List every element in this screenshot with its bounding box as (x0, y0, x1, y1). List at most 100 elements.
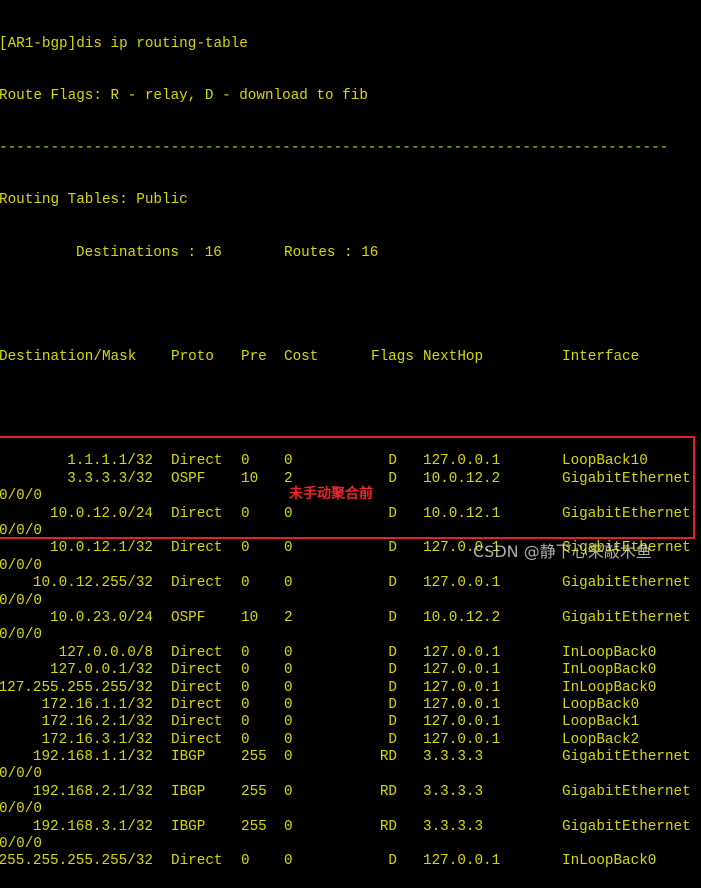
route-proto: Direct (171, 644, 223, 661)
route-destination: 255.255.255.255/32 (0, 853, 153, 870)
separator-line: ----------------------------------------… (0, 140, 701, 157)
interface-suffix: 0/0/0 (0, 488, 42, 505)
route-nexthop: 127.0.0.1 (423, 714, 501, 731)
route-nexthop: 127.0.0.1 (423, 853, 501, 870)
route-destination: 172.16.1.1/32 (41, 696, 153, 713)
route-interface: InLoopBack0 (562, 853, 657, 870)
route-flags: D (388, 453, 397, 470)
route-destination: 10.0.12.255/32 (32, 575, 153, 592)
route-nexthop: 127.0.0.1 (423, 644, 501, 661)
table-row: 10.0.12.0/24 D Direct 0 0 10.0.12.1 GigabitEth… (0, 506, 701, 523)
table-row: 10.0.12.255/32 D Direct 0 0 127.0.0.1 GigabitE… (0, 575, 701, 592)
route-nexthop: 127.0.0.1 (423, 731, 501, 748)
route-destination: 3.3.3.3/32 (67, 470, 153, 487)
route-cost: 0 (284, 696, 293, 713)
route-cost: 0 (284, 662, 293, 679)
route-cost: 0 (284, 818, 293, 835)
header-cost: Cost (284, 349, 319, 366)
route-destination: 172.16.2.1/32 (41, 714, 153, 731)
route-cost: 0 (284, 783, 293, 800)
route-flags: RD (379, 818, 397, 835)
route-destination: 127.0.0.0/8 (58, 644, 153, 661)
route-interface: LoopBack0 (562, 696, 640, 713)
route-interface: GigabitEthernet (562, 505, 691, 522)
route-nexthop: 127.0.0.1 (423, 679, 501, 696)
route-flags: D (388, 470, 397, 487)
table-row: 172.16.1.1/32 D Direct 0 0 127.0.0.1 LoopBack0 (0, 697, 701, 714)
header-destination: Destination/Mask (0, 349, 137, 366)
route-proto: Direct (171, 714, 223, 731)
route-nexthop: 10.0.12.2 (423, 470, 501, 487)
route-destination: 127.255.255.255/32 (0, 679, 153, 696)
interface-suffix: 0/0/0 (0, 557, 42, 574)
route-cost: 2 (284, 609, 293, 626)
routing-tables-line: Routing Tables: Public (0, 192, 701, 209)
route-preference: 0 (241, 575, 250, 592)
route-flags: D (388, 714, 397, 731)
table-header: Destination/Mask Proto Pre Cost Flags Ne… (0, 349, 701, 366)
route-destination: 192.168.2.1/32 (32, 783, 153, 800)
terminal-output: [AR1-bgp]dis ip routing-table Route Flag… (0, 1, 701, 888)
destinations-count: Destinations : 16 (76, 244, 222, 261)
header-interface: Interface (562, 349, 640, 366)
header-pre: Pre (241, 349, 267, 366)
route-preference: 0 (241, 714, 250, 731)
route-flags: D (388, 731, 397, 748)
route-destination: 10.0.23.0/24 (50, 609, 153, 626)
table-row: 192.168.2.1/32 RD IBGP 255 0 3.3.3.3 GigabitEt… (0, 784, 701, 801)
route-proto: Direct (171, 853, 223, 870)
route-proto: OSPF (171, 609, 206, 626)
route-flags: RD (379, 749, 397, 766)
route-destination: 192.168.3.1/32 (32, 818, 153, 835)
route-interface: InLoopBack0 (562, 662, 657, 679)
route-interface: InLoopBack0 (562, 644, 657, 661)
interface-wrap-line: 0/0/0 (0, 836, 701, 853)
route-flags: D (388, 662, 397, 679)
route-proto: OSPF (171, 470, 206, 487)
interface-suffix: 0/0/0 (0, 836, 42, 853)
route-preference: 0 (241, 696, 250, 713)
route-interface: GigabitEthernet (562, 749, 691, 766)
route-destination: 10.0.12.1/32 (50, 540, 153, 557)
route-cost: 0 (284, 679, 293, 696)
route-proto: IBGP (171, 783, 206, 800)
table-row: 127.0.0.1/32 D Direct 0 0 127.0.0.1 InLoopBack… (0, 662, 701, 679)
route-nexthop: 127.0.0.1 (423, 662, 501, 679)
route-cost: 0 (284, 731, 293, 748)
route-cost: 0 (284, 540, 293, 557)
route-destination: 10.0.12.0/24 (50, 505, 153, 522)
header-nexthop: NextHop (423, 349, 484, 366)
route-cost: 0 (284, 853, 293, 870)
route-destination: 127.0.0.1/32 (50, 662, 153, 679)
interface-suffix: 0/0/0 (0, 627, 42, 644)
interface-suffix: 0/0/0 (0, 766, 42, 783)
route-nexthop: 3.3.3.3 (423, 818, 484, 835)
summary-line: Destinations : 16 Routes : 16 (0, 245, 701, 262)
table-row: 172.16.2.1/32 D Direct 0 0 127.0.0.1 LoopBack1 (0, 714, 701, 731)
route-flags: D (388, 679, 397, 696)
route-interface: GigabitEthernet (562, 783, 691, 800)
route-preference: 0 (241, 731, 250, 748)
route-preference: 255 (241, 783, 267, 800)
route-flags: D (388, 644, 397, 661)
route-proto: Direct (171, 575, 223, 592)
route-cost: 0 (284, 453, 293, 470)
route-cost: 0 (284, 644, 293, 661)
route-preference: 0 (241, 679, 250, 696)
watermark: CSDN @静下心来敲木鱼 (473, 542, 652, 561)
annotation-label: 未手动聚合前 (289, 486, 373, 502)
interface-suffix: 0/0/0 (0, 801, 42, 818)
route-proto: Direct (171, 505, 223, 522)
route-nexthop: 10.0.12.1 (423, 505, 501, 522)
route-interface: GigabitEthernet (562, 818, 691, 835)
route-interface: GigabitEthernet (562, 609, 691, 626)
route-preference: 255 (241, 749, 267, 766)
route-proto: Direct (171, 696, 223, 713)
route-preference: 0 (241, 453, 250, 470)
route-flags: D (388, 575, 397, 592)
route-interface: LoopBack10 (562, 453, 648, 470)
table-row: 255.255.255.255/32 D Direct 0 0 127.0.0.1 InLo… (0, 853, 701, 870)
route-cost: 0 (284, 714, 293, 731)
header-flags: Flags (371, 349, 414, 366)
